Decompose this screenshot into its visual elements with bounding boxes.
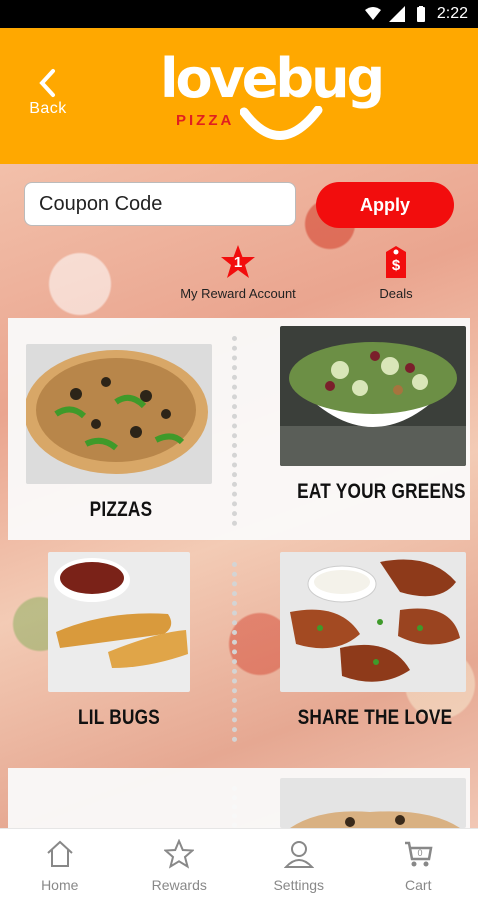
tab-label: Cart — [405, 877, 432, 893]
category-label: LIL BUGS — [77, 706, 161, 729]
category-label: EAT YOUR GREENS — [297, 480, 466, 503]
battery-icon — [416, 6, 425, 22]
category-lil-bugs[interactable]: LIL BUGS — [48, 552, 238, 730]
logo-text: lovebug — [160, 47, 385, 110]
apply-button[interactable]: Apply — [316, 182, 454, 228]
deals-symbol: $ — [391, 257, 401, 274]
wifi-icon — [364, 7, 381, 20]
chicken-tenders-image — [48, 552, 190, 692]
category-share-the-love[interactable]: SHARE THE LOVE — [280, 552, 470, 730]
tab-label: Home — [41, 877, 79, 893]
next-category-image — [280, 778, 466, 828]
tab-label: Settings — [273, 877, 325, 893]
signal-icon — [388, 6, 405, 22]
status-time: 2:22 — [436, 5, 468, 22]
tab-settings[interactable]: Settings — [239, 829, 359, 900]
coupon-code-input[interactable] — [24, 182, 296, 226]
header: Back lovebug PIZZA — [0, 28, 478, 164]
cart-count: 0 — [418, 848, 423, 858]
main-content[interactable]: Apply 1 My Reward Account $ Deals — [0, 164, 478, 828]
status-bar: 2:22 — [0, 0, 478, 28]
deals-label: Deals — [379, 286, 413, 301]
deals-link[interactable]: $ Deals — [370, 244, 422, 301]
tab-home[interactable]: Home — [0, 829, 120, 900]
star-icon — [164, 839, 195, 869]
logo-subtext: PIZZA — [176, 112, 235, 129]
price-tag-icon: $ — [378, 244, 414, 280]
back-label: Back — [29, 100, 67, 117]
category-next[interactable] — [280, 778, 470, 828]
cart-icon: 0 — [405, 841, 433, 867]
reward-count: 1 — [233, 254, 243, 271]
divider — [232, 336, 238, 526]
salad-image — [280, 326, 466, 466]
wings-image — [280, 552, 466, 692]
chevron-left-icon — [39, 69, 55, 97]
back-button[interactable]: Back — [24, 68, 72, 128]
bottom-tab-bar: Home Rewards Settings 0 Cart — [0, 828, 478, 900]
category-greens[interactable]: EAT YOUR GREENS — [280, 326, 470, 504]
reward-label: My Reward Account — [180, 286, 296, 301]
category-label: PIZZAS — [89, 498, 153, 521]
tab-rewards[interactable]: Rewards — [120, 829, 240, 900]
category-label: SHARE THE LOVE — [297, 706, 453, 729]
smile-icon — [240, 106, 323, 140]
tab-label: Rewards — [151, 877, 207, 893]
tab-cart[interactable]: 0 Cart — [359, 829, 478, 900]
pizza-image — [26, 344, 212, 484]
category-pizzas[interactable]: PIZZAS — [26, 344, 216, 522]
lovebug-logo: lovebug PIZZA — [160, 46, 385, 156]
star-badge-icon: 1 — [220, 244, 256, 280]
home-icon — [47, 840, 73, 867]
my-reward-account-link[interactable]: 1 My Reward Account — [170, 244, 306, 301]
person-icon — [283, 841, 314, 868]
